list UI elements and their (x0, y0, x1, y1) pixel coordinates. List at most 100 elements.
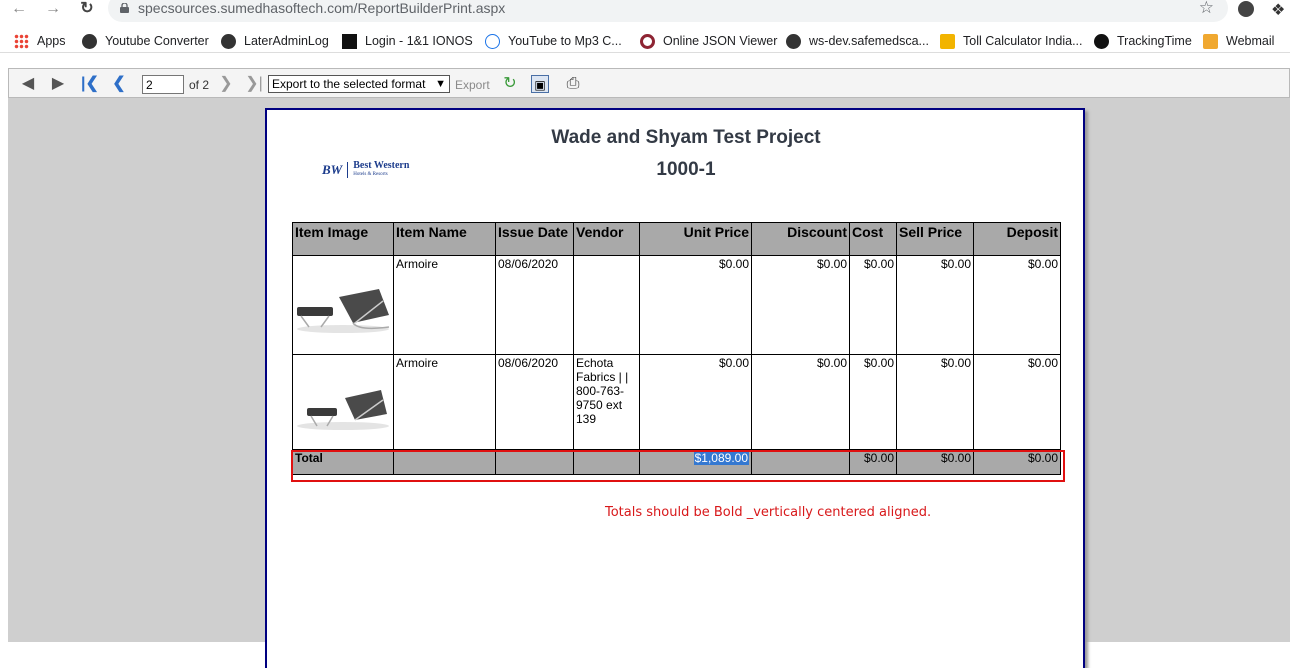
refresh-icon[interactable]: ↻ (501, 75, 519, 93)
back-arrow-icon[interactable]: ← (8, 0, 30, 20)
deposit-cell: $0.00 (973, 354, 1061, 450)
bookmark-star-icon[interactable]: ☆ (1199, 0, 1214, 18)
globe-icon (786, 33, 801, 49)
puzzle-extensions-icon[interactable]: ❖ (1271, 0, 1285, 20)
apps-grid-icon (14, 33, 29, 49)
empty-cell (573, 449, 640, 475)
export-link[interactable]: Export (455, 78, 490, 92)
url-field[interactable]: specsources.sumedhasoftech.com/ReportBui… (108, 0, 1228, 22)
column-header: Item Image (292, 222, 394, 256)
bookmark-label: Webmail (1226, 34, 1275, 48)
total-deposit: $0.00 (973, 449, 1061, 475)
report-table: Item Image Item Name Issue Date Vendor U… (292, 222, 1061, 475)
ionos-icon (342, 33, 357, 49)
item-image-cell (292, 255, 394, 355)
sell-price-cell: $0.00 (896, 255, 974, 355)
trackingtime-icon (1094, 33, 1109, 49)
column-header: Unit Price (639, 222, 752, 256)
globe-icon (82, 33, 97, 49)
unit-price-cell: $0.00 (639, 255, 752, 355)
bookmark-ionos[interactable]: Login - 1&1 IONOS (342, 33, 473, 49)
globe-icon (221, 33, 236, 49)
bookmark-youtube-converter[interactable]: Youtube Converter (82, 33, 209, 49)
bookmark-lateradminlog[interactable]: LaterAdminLog (221, 33, 329, 49)
annotation-note: Totals should be Bold _vertically center… (605, 505, 932, 520)
discount-cell: $0.00 (751, 354, 850, 450)
bookmark-webmail[interactable]: Webmail (1203, 33, 1274, 49)
cost-cell: $0.00 (849, 354, 897, 450)
bookmark-safemeds[interactable]: ws-dev.safemedsca... (786, 33, 929, 49)
page-count: of 2 (189, 78, 210, 92)
bookmark-label: ws-dev.safemedsca... (809, 34, 929, 48)
last-page-icon[interactable]: ❯| (245, 75, 263, 93)
logo-mark: BW (322, 162, 343, 177)
back-circle-icon[interactable]: ◀ (19, 75, 37, 93)
deposit-cell: $0.00 (973, 255, 1061, 355)
printer-icon[interactable]: ⎙ (564, 75, 582, 93)
bookmarks-bar: Apps Youtube Converter LaterAdminLog Log… (0, 29, 1290, 53)
bookmark-label: Toll Calculator India... (963, 34, 1083, 48)
sell-price-cell: $0.00 (896, 354, 974, 450)
chevron-down-icon: ▼ (435, 78, 446, 90)
total-unit-price-cell: $1,089.00 (639, 449, 752, 475)
total-unit-price[interactable]: $1,089.00 (693, 451, 749, 465)
extension-icon[interactable] (1238, 1, 1254, 17)
json-viewer-icon (640, 33, 655, 49)
vendor-cell: Echota Fabrics | | 800-763-9750 ext 139 (573, 354, 640, 450)
chair-image (297, 390, 389, 430)
empty-cell (393, 449, 496, 475)
best-western-logo: BW Best Western Hotels & Resorts (322, 161, 409, 179)
issue-date-cell: 08/06/2020 (495, 354, 574, 450)
total-sell-price: $0.00 (896, 449, 974, 475)
table-header-row: Item Image Item Name Issue Date Vendor U… (292, 222, 1061, 256)
column-header: Deposit (973, 222, 1061, 256)
bookmark-label: Online JSON Viewer (663, 34, 778, 48)
column-header: Sell Price (896, 222, 974, 256)
export-format-select[interactable]: Export to the selected format ▼ (268, 75, 450, 93)
bookmark-label: Apps (37, 34, 66, 48)
browser-address-bar: ← → ↻ specsources.sumedhasoftech.com/Rep… (0, 0, 1290, 22)
cost-cell: $0.00 (849, 255, 897, 355)
bookmark-label: TrackingTime (1117, 34, 1192, 48)
lock-icon (120, 3, 129, 13)
discount-cell: $0.00 (751, 255, 850, 355)
logo-subtext: Hotels & Resorts (353, 172, 388, 177)
report-page: Wade and Shyam Test Project 1000-1 BW Be… (265, 108, 1085, 668)
export-format-value: Export to the selected format (272, 77, 426, 91)
bookmark-json-viewer[interactable]: Online JSON Viewer (640, 33, 777, 49)
column-header: Vendor (573, 222, 640, 256)
next-page-icon[interactable]: ❯ (217, 75, 235, 93)
bookmark-label: Login - 1&1 IONOS (365, 34, 473, 48)
vendor-cell (573, 255, 640, 355)
report-title: Wade and Shyam Test Project (551, 127, 821, 148)
page-number-input[interactable] (142, 75, 184, 94)
report-viewer-toolbar: ◀ ▶ |❮ ❮ of 2 ❯ ❯| Export to the selecte… (8, 68, 1290, 98)
bookmark-trackingtime[interactable]: TrackingTime (1094, 33, 1192, 49)
item-image-cell (292, 354, 394, 450)
reload-icon[interactable]: ↻ (76, 0, 98, 20)
column-header: Issue Date (495, 222, 574, 256)
empty-cell (495, 449, 574, 475)
bookmark-youtube-mp3[interactable]: YouTube to Mp3 C... (485, 33, 622, 49)
bookmark-label: YouTube to Mp3 C... (508, 34, 622, 48)
print-layout-icon[interactable]: ▣ (531, 75, 549, 93)
bookmark-apps[interactable]: Apps (14, 33, 66, 49)
download-cloud-icon (485, 33, 500, 49)
total-row: Total $1,089.00 $0.00 $0.00 $0.00 (292, 449, 1061, 475)
first-page-icon[interactable]: |❮ (81, 75, 99, 93)
column-header: Cost (849, 222, 897, 256)
column-header: Item Name (393, 222, 496, 256)
column-header: Discount (751, 222, 850, 256)
bookmark-toll-calculator[interactable]: Toll Calculator India... (940, 33, 1083, 49)
previous-page-icon[interactable]: ❮ (110, 75, 128, 93)
bookmark-label: LaterAdminLog (244, 34, 329, 48)
forward-circle-icon[interactable]: ▶ (49, 75, 67, 93)
table-row: Armoire 08/06/2020 Echota Fabrics | | 80… (292, 354, 1061, 450)
bookmark-label: Youtube Converter (105, 34, 209, 48)
forward-arrow-icon[interactable]: → (42, 0, 64, 20)
total-label: Total (292, 449, 394, 475)
url-text: specsources.sumedhasoftech.com/ReportBui… (138, 0, 506, 16)
chair-image (297, 289, 390, 333)
item-name-cell: Armoire (393, 354, 496, 450)
empty-cell (751, 449, 850, 475)
